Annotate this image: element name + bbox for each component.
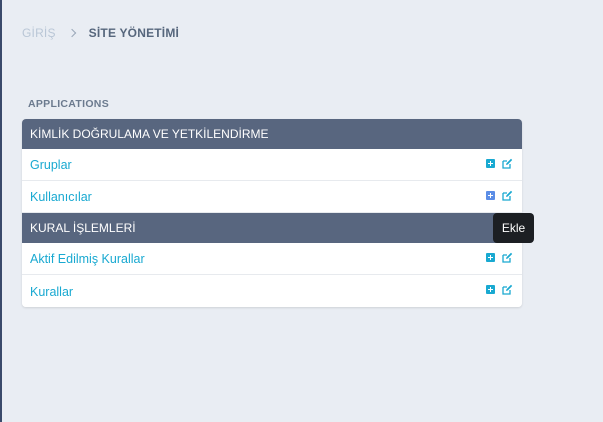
- row-actions: [486, 190, 513, 201]
- chevron-right-icon: [67, 28, 76, 38]
- gruplar-link[interactable]: Gruplar: [30, 158, 72, 172]
- edit-pencil-icon[interactable]: [502, 158, 513, 169]
- window-left-border: [0, 0, 2, 422]
- section-label-applications: APPLICATIONS: [28, 98, 109, 110]
- row-actions: [486, 284, 513, 295]
- edit-pencil-icon[interactable]: [502, 252, 513, 263]
- group-header-auth: KİMLİK DOĞRULAMA VE YETKİLENDİRME: [22, 119, 522, 149]
- kullanicilar-link[interactable]: Kullanıcılar: [30, 190, 92, 204]
- kurallar-link[interactable]: Kurallar: [30, 285, 73, 299]
- breadcrumb-current: SİTE YÖNETİMİ: [88, 26, 180, 40]
- breadcrumb: GİRİŞ SİTE YÖNETİMİ: [22, 26, 179, 40]
- add-tooltip: Ekle: [493, 213, 534, 243]
- applications-panel: KİMLİK DOĞRULAMA VE YETKİLENDİRME Grupla…: [22, 119, 522, 307]
- list-item-kurallar: Kurallar: [22, 275, 522, 307]
- edit-pencil-icon[interactable]: [502, 190, 513, 201]
- list-item-kullanicilar: Kullanıcılar: [22, 181, 522, 213]
- list-item-aktif-kurallar: Aktif Edilmiş Kurallar: [22, 243, 522, 275]
- breadcrumb-home-link[interactable]: GİRİŞ: [22, 26, 56, 40]
- plus-square-icon[interactable]: [486, 190, 495, 200]
- row-actions: [486, 252, 513, 263]
- aktif-kurallar-link[interactable]: Aktif Edilmiş Kurallar: [30, 252, 145, 266]
- plus-square-icon[interactable]: [486, 285, 495, 294]
- list-item-gruplar: Gruplar: [22, 149, 522, 181]
- edit-pencil-icon[interactable]: [502, 284, 513, 295]
- plus-square-icon[interactable]: [486, 252, 495, 262]
- group-header-rules: KURAL İŞLEMLERİ: [22, 213, 522, 243]
- row-actions: [486, 158, 513, 169]
- plus-square-icon[interactable]: [486, 158, 495, 168]
